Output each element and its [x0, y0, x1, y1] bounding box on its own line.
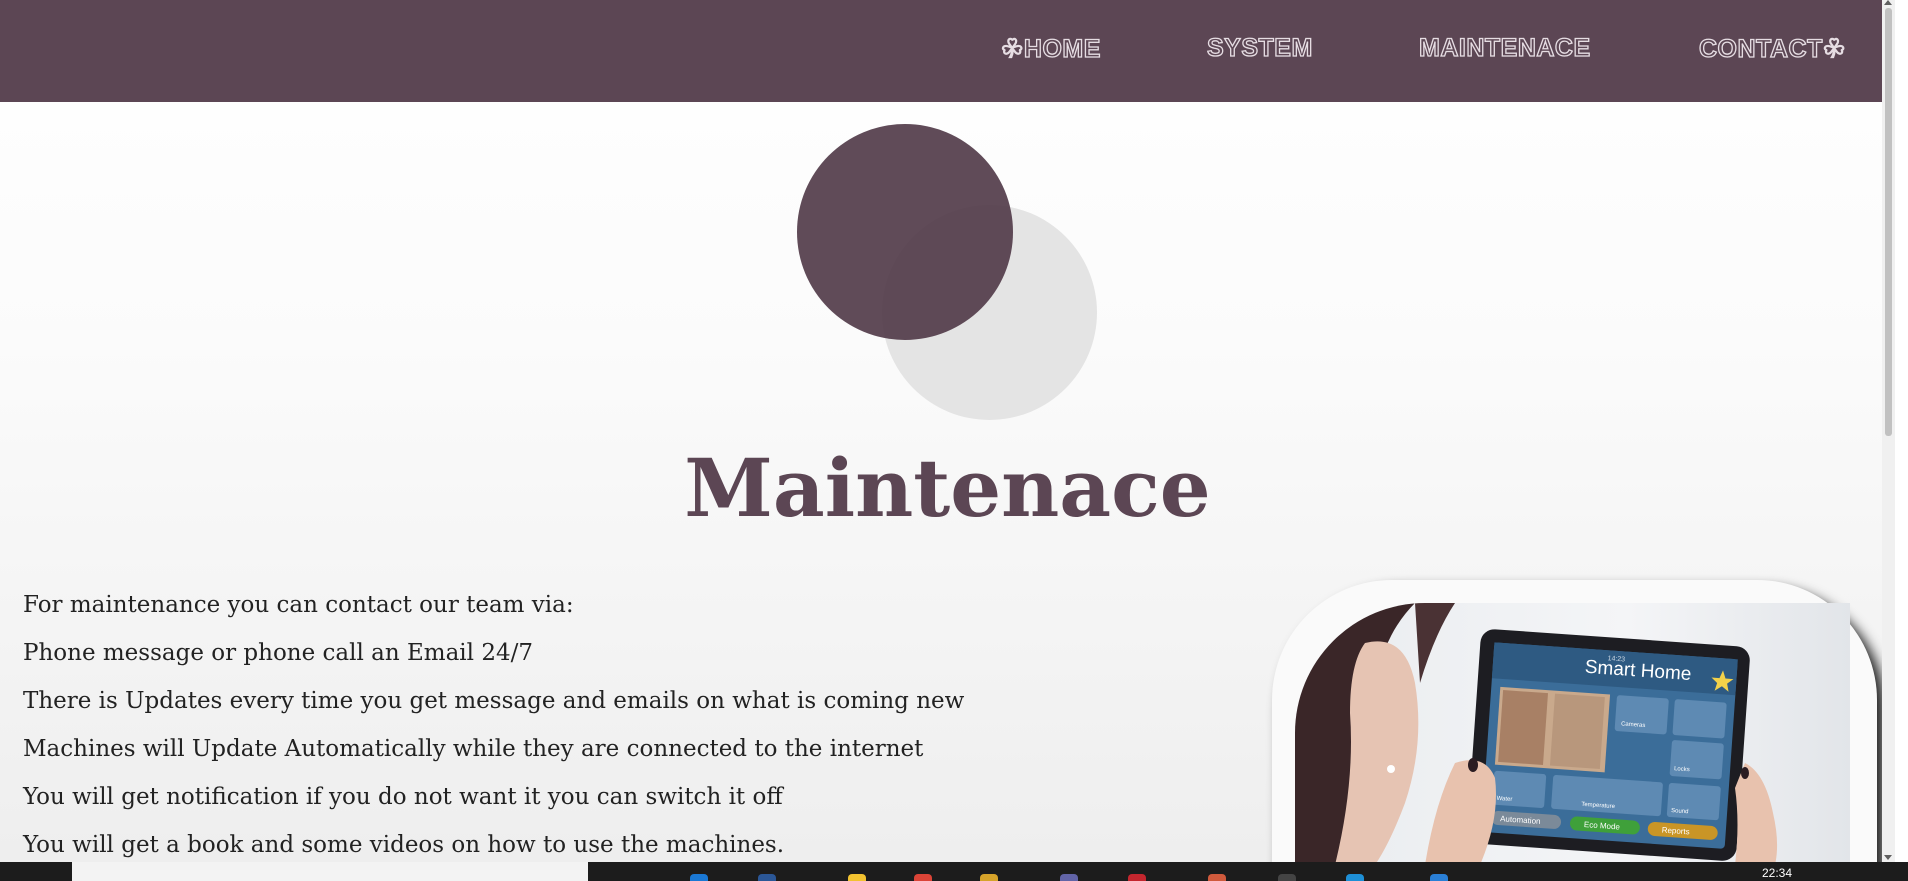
paragraph: You will get notification if you do not … [23, 784, 783, 810]
app-icon[interactable] [1208, 874, 1226, 881]
app-icon[interactable] [1346, 874, 1364, 881]
folder-icon[interactable] [848, 874, 866, 881]
edge-icon[interactable] [690, 874, 708, 881]
scroll-up-icon[interactable] [1884, 0, 1892, 5]
tablet-time: 14:23 [1607, 655, 1625, 663]
paragraph: Machines will Update Automatically while… [23, 736, 924, 762]
app-icon[interactable] [980, 874, 998, 881]
maintenance-text: For maintenance you can contact our team… [23, 588, 1223, 862]
paragraph: Phone message or phone call an Email 24/… [23, 640, 533, 666]
scroll-down-icon[interactable] [1884, 855, 1892, 860]
nav-maintenance-link[interactable]: MAINTENACE [1418, 33, 1590, 68]
os-taskbar: 22:34 [0, 862, 1908, 881]
smart-home-photo: Smart Home 14:23 Cameras Locks Water Tem… [1295, 603, 1850, 862]
page: ☘HOME SYSTEM MAINTENACE CONTACT☘ Mainten… [0, 0, 1895, 862]
chrome-icon[interactable] [914, 874, 932, 881]
app-icon[interactable] [1278, 874, 1296, 881]
tile-label: Locks [1674, 766, 1690, 773]
smart-home-illustration: Smart Home 14:23 Cameras Locks Water Tem… [1295, 603, 1778, 862]
tile-label: Water [1496, 796, 1512, 803]
nav-home-link[interactable]: ☘HOME [1000, 34, 1101, 68]
nav-contact-link[interactable]: CONTACT☘ [1698, 34, 1846, 68]
scroll-thumb[interactable] [1885, 8, 1892, 436]
nav-system-link[interactable]: SYSTEM [1206, 33, 1313, 68]
teams-icon[interactable] [1060, 874, 1078, 881]
taskbar-clock[interactable]: 22:34 [1762, 866, 1792, 880]
vertical-scrollbar[interactable] [1882, 0, 1895, 862]
paragraph: There is Updates every time you get mess… [23, 688, 965, 714]
tile-label: Sound [1671, 808, 1689, 815]
dark-circle [797, 124, 1013, 340]
decorative-circles [797, 124, 1101, 422]
app-icon[interactable] [1128, 874, 1146, 881]
app-icon[interactable] [1430, 874, 1448, 881]
app-icon[interactable] [758, 874, 776, 881]
taskbar-search-box[interactable] [72, 862, 588, 881]
paragraph: For maintenance you can contact our team… [23, 592, 574, 618]
navbar: ☘HOME SYSTEM MAINTENACE CONTACT☘ [0, 0, 1895, 102]
paragraph: You will get a book and some videos on h… [23, 832, 785, 858]
page-title: Maintenace [684, 441, 1211, 535]
